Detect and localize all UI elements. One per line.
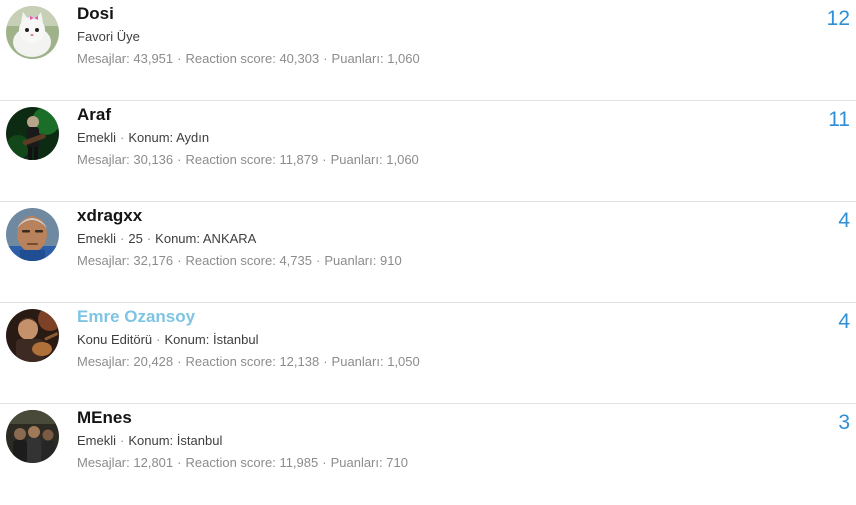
member-row: Dosi Favori Üye Mesajlar: 43,951 · Reactio… [0, 0, 856, 101]
reaction-value: 4,735 [279, 253, 312, 268]
user-title: Emekli [77, 433, 117, 448]
white-kitten-avatar-icon[interactable] [6, 6, 59, 59]
user-title: Konu Editörü [77, 332, 153, 347]
messages-label: Mesajlar: [77, 51, 130, 66]
username-link[interactable]: Dosi [77, 4, 114, 24]
messages-value: 30,136 [133, 152, 174, 167]
reaction-label: Reaction score: [185, 253, 276, 268]
member-row: Emre Ozansoy Konu Editörü · Konum: İstanbu… [0, 303, 856, 404]
member-row: Araf Emekli · Konum: Aydın Mesajlar: 30,13… [0, 101, 856, 202]
messages-value: 32,176 [133, 253, 174, 268]
reaction-value: 11,879 [279, 152, 319, 167]
user-age: 25 [128, 231, 143, 246]
reaction-value: 11,985 [279, 455, 319, 470]
location-label: Konum: [128, 130, 174, 145]
user-title: Favori Üye [77, 29, 140, 44]
location-label: Konum: [155, 231, 200, 246]
messages-label: Mesajlar: [77, 354, 130, 369]
separator: · [177, 354, 182, 369]
messages-label: Mesajlar: [77, 152, 130, 167]
member-list: Dosi Favori Üye Mesajlar: 43,951 · Reactio… [0, 0, 856, 505]
separator: · [323, 354, 328, 369]
user-title-line: Emekli · Konum: İstanbul [77, 433, 408, 449]
member-info: MEnes Emekli · Konum: İstanbul Mesajlar: 1… [77, 408, 408, 471]
member-count-link[interactable]: 11 [828, 108, 850, 132]
points-value: 710 [386, 455, 408, 470]
separator: · [120, 433, 125, 448]
location-label: Konum: [164, 332, 210, 347]
reaction-label: Reaction score: [185, 152, 276, 167]
separator: · [120, 130, 125, 145]
member-row: xdragxx Emekli · 25 · Konum: ANKARA Mesajlar… [0, 202, 856, 303]
member-info: Araf Emekli · Konum: Aydın Mesajlar: 30,13… [77, 105, 419, 168]
user-title: Emekli [77, 130, 117, 145]
points-value: 1,060 [386, 152, 419, 167]
separator: · [322, 455, 327, 470]
points-label: Puanları: [331, 354, 384, 369]
user-stats: Mesajlar: 12,801 · Reaction score: 11,985 ·… [77, 455, 408, 471]
user-title: Emekli [77, 231, 117, 246]
member-count-link[interactable]: 4 [838, 209, 850, 233]
reaction-label: Reaction score: [185, 51, 276, 66]
separator: · [323, 51, 328, 66]
messages-value: 20,428 [133, 354, 174, 369]
username-link[interactable]: xdragxx [77, 206, 142, 226]
man-with-guitar-avatar-icon[interactable] [6, 309, 59, 362]
separator: · [120, 231, 125, 246]
user-stats: Mesajlar: 43,951 · Reaction score: 40,303 ·… [77, 51, 420, 67]
messages-value: 43,951 [133, 51, 174, 66]
location-link[interactable]: İstanbul [177, 433, 223, 448]
user-title-line: Emekli · Konum: Aydın [77, 130, 419, 146]
separator: · [177, 152, 182, 167]
member-row: MEnes Emekli · Konum: İstanbul Mesajlar: 1… [0, 404, 856, 505]
guitarist-green-avatar-icon[interactable] [6, 107, 59, 160]
messages-label: Mesajlar: [77, 253, 130, 268]
points-label: Puanları: [331, 51, 384, 66]
username-link[interactable]: Emre Ozansoy [77, 307, 195, 327]
reaction-label: Reaction score: [185, 455, 276, 470]
separator: · [322, 152, 327, 167]
username-link[interactable]: MEnes [77, 408, 132, 428]
separator: · [315, 253, 321, 268]
member-info: Emre Ozansoy Konu Editörü · Konum: İstanbu… [77, 307, 420, 370]
man-face-avatar-icon[interactable] [6, 208, 59, 261]
separator: · [146, 231, 152, 246]
user-stats: Mesajlar: 32,176 · Reaction score: 4,735 · P… [77, 253, 402, 269]
member-count-link[interactable]: 4 [838, 310, 850, 334]
reaction-value: 40,303 [279, 51, 320, 66]
member-info: Dosi Favori Üye Mesajlar: 43,951 · Reactio… [77, 4, 420, 67]
member-info: xdragxx Emekli · 25 · Konum: ANKARA Mesajlar… [77, 206, 402, 269]
user-title-line: Favori Üye [77, 29, 420, 45]
messages-label: Mesajlar: [77, 455, 130, 470]
separator: · [177, 51, 182, 66]
username-link[interactable]: Araf [77, 105, 111, 125]
user-title-line: Emekli · 25 · Konum: ANKARA [77, 231, 402, 247]
points-value: 910 [380, 253, 402, 268]
reaction-label: Reaction score: [185, 354, 276, 369]
location-label: Konum: [128, 433, 174, 448]
messages-value: 12,801 [133, 455, 174, 470]
separator: · [177, 455, 182, 470]
group-photo-avatar-icon[interactable] [6, 410, 59, 463]
location-link[interactable]: İstanbul [213, 332, 259, 347]
points-label: Puanları: [330, 152, 383, 167]
reaction-value: 12,138 [279, 354, 320, 369]
points-value: 1,050 [387, 354, 420, 369]
member-count-link[interactable]: 12 [827, 7, 850, 31]
location-link[interactable]: Aydın [176, 130, 209, 145]
separator: · [177, 253, 182, 268]
location-link[interactable]: ANKARA [203, 231, 256, 246]
points-label: Puanları: [324, 253, 377, 268]
separator: · [156, 332, 161, 347]
user-title-line: Konu Editörü · Konum: İstanbul [77, 332, 420, 348]
user-stats: Mesajlar: 30,136 · Reaction score: 11,879 ·… [77, 152, 419, 168]
points-value: 1,060 [387, 51, 420, 66]
member-count-link[interactable]: 3 [838, 411, 850, 435]
points-label: Puanları: [330, 455, 383, 470]
user-stats: Mesajlar: 20,428 · Reaction score: 12,138 ·… [77, 354, 420, 370]
